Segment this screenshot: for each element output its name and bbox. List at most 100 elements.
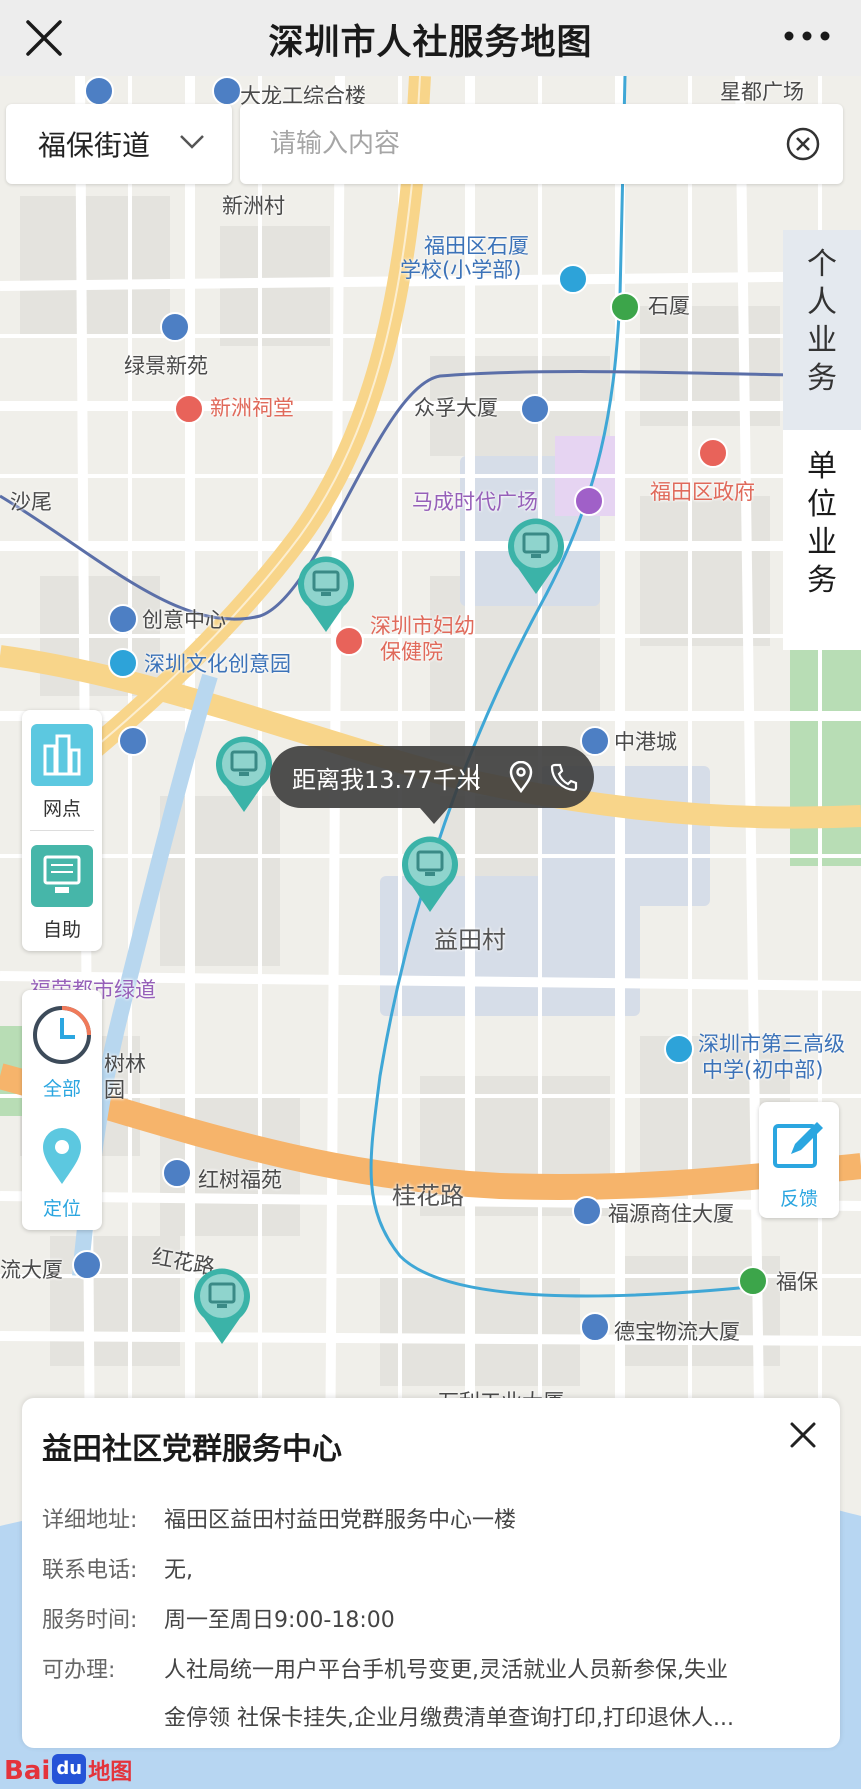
map-label: 福保 bbox=[776, 1270, 818, 1294]
locate-button[interactable]: 定位 bbox=[22, 1110, 102, 1230]
poi-icon bbox=[118, 726, 148, 756]
clock-icon bbox=[33, 1006, 91, 1064]
filter-controls: 全部 定位 bbox=[22, 990, 102, 1230]
logo-text: Bai bbox=[4, 1756, 51, 1786]
feedback-label: 反馈 bbox=[779, 1188, 818, 1210]
map-label: 众孚大厦 bbox=[414, 396, 498, 420]
outlets-button[interactable]: 网点 bbox=[22, 710, 102, 830]
mall-icon bbox=[574, 486, 604, 516]
business-tabs: 个 人 业 务 单 位 业 务 bbox=[783, 230, 861, 650]
tab-char: 人 bbox=[807, 285, 837, 320]
poi-icon bbox=[162, 1158, 192, 1188]
map-label: 德宝物流大厦 bbox=[614, 1320, 740, 1344]
services-line-1: 人社局统一用户平台手机号变更,灵活就业人员新参保,失业 bbox=[164, 1658, 728, 1683]
metro-station-icon bbox=[738, 1266, 768, 1296]
service-marker[interactable] bbox=[212, 734, 276, 814]
selected-service-marker[interactable] bbox=[398, 834, 462, 914]
search-bar: 福保街道 bbox=[0, 104, 861, 184]
school-icon bbox=[664, 1034, 694, 1064]
navigate-pin-icon[interactable] bbox=[506, 761, 536, 793]
phone-row: 联系电话: 无, bbox=[42, 1552, 193, 1584]
services-label: 可办理: bbox=[42, 1658, 116, 1683]
poi-icon bbox=[212, 76, 242, 106]
map-label: 益田村 bbox=[434, 926, 506, 954]
phone-value: 无, bbox=[164, 1558, 193, 1583]
map-label: 新洲村 bbox=[222, 194, 285, 218]
logo-paw: du bbox=[52, 1754, 87, 1784]
temple-icon bbox=[174, 394, 204, 424]
map-label: 沙尾 bbox=[10, 490, 52, 514]
map-label: 创意中心 bbox=[142, 608, 226, 632]
tab-char: 务 bbox=[807, 361, 837, 396]
map-label: 福田区政府 bbox=[650, 480, 755, 504]
phone-icon[interactable] bbox=[548, 761, 578, 793]
clear-icon[interactable] bbox=[785, 126, 821, 162]
map-label: 马成时代广场 bbox=[412, 490, 538, 514]
search-input[interactable] bbox=[268, 122, 752, 166]
tab-personal-business[interactable]: 个 人 业 务 bbox=[783, 230, 861, 430]
hours-value: 周一至周日9:00-18:00 bbox=[164, 1608, 395, 1633]
map-label: 园 bbox=[104, 1078, 125, 1102]
outlets-label: 网点 bbox=[42, 798, 81, 820]
all-label: 全部 bbox=[42, 1078, 81, 1100]
map-label: 深圳文化创意园 bbox=[144, 652, 291, 676]
park-icon bbox=[108, 648, 138, 678]
edit-icon bbox=[773, 1122, 823, 1168]
tab-char: 单 bbox=[807, 449, 837, 484]
distance-text: 距离我13.77千米 bbox=[292, 766, 481, 794]
tab-char: 个 bbox=[807, 247, 837, 282]
map-label: 星都广场 bbox=[720, 80, 804, 104]
all-button[interactable]: 全部 bbox=[22, 990, 102, 1110]
layer-controls: 网点 自助 bbox=[22, 710, 102, 951]
selfservice-label: 自助 bbox=[42, 919, 81, 941]
divider bbox=[476, 764, 478, 790]
poi-icon bbox=[108, 604, 138, 634]
kiosk-icon bbox=[31, 845, 93, 907]
search-box bbox=[240, 104, 843, 184]
map-label: 新洲祠堂 bbox=[210, 396, 294, 420]
poi-icon bbox=[84, 76, 114, 106]
location-detail-card: 益田社区党群服务中心 详细地址: 福田区益田村益田党群服务中心一楼 联系电话: 无,… bbox=[22, 1398, 840, 1748]
poi-icon bbox=[580, 1312, 610, 1342]
map-label: 福源商住大厦 bbox=[608, 1202, 734, 1226]
address-value: 福田区益田村益田党群服务中心一楼 bbox=[164, 1508, 517, 1533]
service-marker[interactable] bbox=[294, 554, 358, 634]
map-label: 中学(初中部) bbox=[702, 1058, 824, 1082]
location-pin-icon bbox=[43, 1128, 81, 1184]
selfservice-button[interactable]: 自助 bbox=[22, 831, 102, 951]
district-dropdown[interactable]: 福保街道 bbox=[6, 104, 232, 184]
close-icon[interactable] bbox=[788, 1420, 818, 1450]
locate-label: 定位 bbox=[42, 1198, 81, 1220]
map-label: 中港城 bbox=[614, 730, 677, 754]
feedback-button[interactable]: 反馈 bbox=[759, 1102, 839, 1218]
district-selected: 福保街道 bbox=[38, 129, 151, 162]
service-marker[interactable] bbox=[504, 516, 568, 596]
map-label: 石厦 bbox=[648, 294, 690, 318]
service-marker[interactable] bbox=[190, 1266, 254, 1346]
distance-tooltip: 距离我13.77千米 bbox=[270, 746, 594, 824]
poi-icon bbox=[572, 1196, 602, 1226]
location-name: 益田社区党群服务中心 bbox=[42, 1432, 342, 1467]
map-label: 保健院 bbox=[380, 640, 443, 664]
title-bar: 深圳市人社服务地图 bbox=[0, 0, 861, 76]
map-label: 流大厦 bbox=[0, 1258, 63, 1282]
map-label: 学校(小学部) bbox=[400, 258, 522, 282]
tab-char: 业 bbox=[807, 525, 837, 560]
tooltip-tail bbox=[420, 808, 448, 824]
metro-station-icon bbox=[610, 292, 640, 322]
tab-char: 业 bbox=[807, 323, 837, 358]
more-icon[interactable] bbox=[783, 26, 831, 46]
building-icon bbox=[31, 724, 93, 786]
hours-label: 服务时间: bbox=[42, 1608, 138, 1633]
tab-char: 位 bbox=[807, 487, 837, 522]
tab-company-business[interactable]: 单 位 业 务 bbox=[783, 430, 861, 650]
address-row: 详细地址: 福田区益田村益田党群服务中心一楼 bbox=[42, 1502, 516, 1534]
chevron-down-icon bbox=[180, 135, 204, 149]
services-row: 可办理: bbox=[42, 1652, 164, 1684]
phone-label: 联系电话: bbox=[42, 1558, 138, 1583]
services-line-2: 金停领 社保卡挂失,企业月缴费清单查询打印,打印退休人... bbox=[164, 1706, 734, 1731]
map-label: 桂花路 bbox=[392, 1182, 464, 1210]
hours-row: 服务时间: 周一至周日9:00-18:00 bbox=[42, 1602, 395, 1634]
page-title: 深圳市人社服务地图 bbox=[268, 23, 593, 63]
poi-icon bbox=[580, 726, 610, 756]
